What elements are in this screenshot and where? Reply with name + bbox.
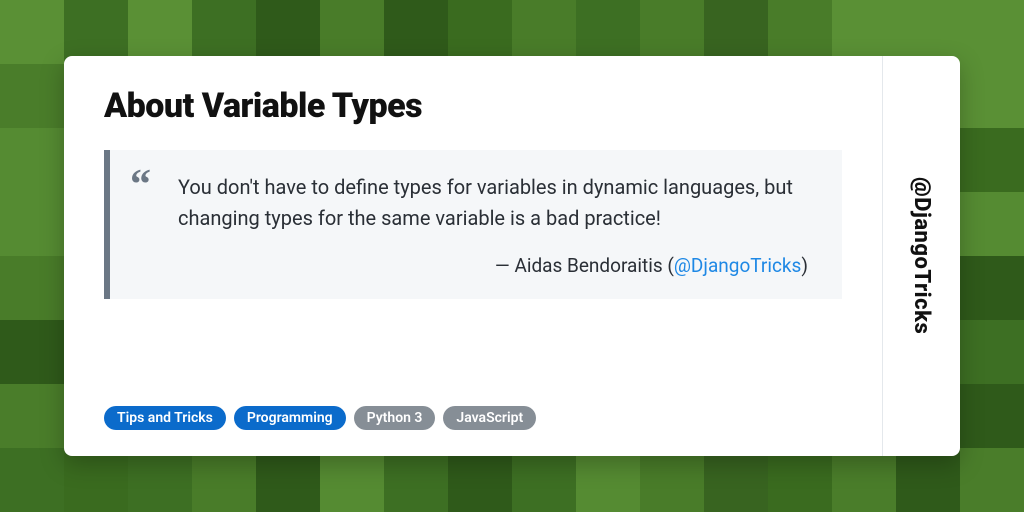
tag-pill[interactable]: Tips and Tricks [104,406,226,430]
sidebar-handle: @DjangoTricks [909,177,934,334]
tag-pill[interactable]: Python 3 [354,406,436,430]
tag-pill[interactable]: JavaScript [443,406,536,430]
quote-attribution: — Aidas Bendoraitis (@DjangoTricks) [178,254,808,277]
attribution-suffix: ) [801,254,808,277]
page-title: About Variable Types [104,86,842,126]
attribution-handle-link[interactable]: @DjangoTricks [674,254,802,277]
quote-mark-icon: “ [130,164,151,206]
quote-text: You don't have to define types for varia… [178,172,808,234]
attribution-prefix: — Aidas Bendoraitis ( [495,254,674,277]
tag-pill[interactable]: Programming [234,406,346,430]
quote-block: “ You don't have to define types for var… [104,150,842,299]
tag-list: Tips and Tricks Programming Python 3 JavaSc… [104,406,842,430]
content-card: About Variable Types “ You don't have to… [64,56,960,456]
sidebar: @DjangoTricks [882,56,960,456]
main-column: About Variable Types “ You don't have to… [64,56,882,456]
